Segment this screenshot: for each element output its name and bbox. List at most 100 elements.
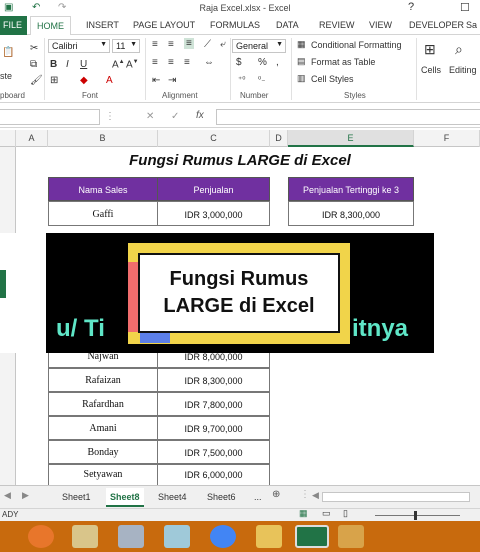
wrap-text-icon[interactable]: ⤶ [220, 39, 226, 50]
comma-style-icon[interactable]: , [276, 57, 279, 68]
cell-name[interactable]: Bonday [48, 440, 158, 464]
enter-icon[interactable]: ✓ [171, 111, 179, 122]
undo-icon[interactable]: ↶ [32, 2, 40, 13]
italic-icon[interactable]: I [66, 59, 69, 70]
app-icon[interactable] [338, 525, 364, 548]
cell-result[interactable]: IDR 8,300,000 [288, 201, 414, 226]
header-penjualan[interactable]: Penjualan [157, 177, 270, 201]
cell-sales[interactable]: IDR 9,700,000 [157, 416, 270, 440]
file-explorer-icon[interactable] [256, 525, 282, 548]
underline-icon[interactable]: U [80, 59, 87, 70]
cells-button[interactable]: Cells [421, 65, 441, 75]
restore-button[interactable]: ☐ [460, 1, 470, 14]
tab-view[interactable]: VIEW [369, 20, 392, 30]
align-left-icon[interactable]: ≡ [152, 57, 158, 68]
decrease-font-icon[interactable]: A▼ [126, 59, 139, 70]
cell-name[interactable]: Rafaizan [48, 368, 158, 392]
paste-label[interactable]: ste [0, 71, 12, 81]
page-layout-icon[interactable]: ▭ [322, 508, 331, 519]
cell-sales[interactable]: IDR 7,500,000 [157, 440, 270, 464]
tab-data[interactable]: DATA [276, 20, 299, 30]
tab-sa[interactable]: Sa [466, 20, 477, 30]
app-icon[interactable] [72, 525, 98, 548]
column-header-d[interactable]: D [270, 130, 288, 147]
binoculars-icon[interactable]: ⌕ [455, 41, 463, 58]
column-header-f[interactable]: F [414, 130, 480, 147]
number-format-select[interactable]: General ▼ [232, 39, 286, 53]
conditional-formatting-button[interactable]: Conditional Formatting [311, 40, 402, 50]
align-middle-icon[interactable]: ≡ [168, 39, 174, 50]
currency-icon[interactable]: $ [236, 57, 242, 68]
editing-button[interactable]: Editing [449, 65, 477, 75]
tab-formulas[interactable]: FORMULAS [210, 20, 260, 30]
cell-sales[interactable]: IDR 8,300,000 [157, 368, 270, 392]
hscroll-left-icon[interactable]: ◀ [312, 490, 319, 501]
header-penjualan-tertinggi[interactable]: Penjualan Tertinggi ke 3 [288, 177, 414, 201]
sheet-tab-sheet1[interactable]: Sheet1 [62, 488, 91, 507]
paste-icon[interactable]: 📋 [2, 47, 14, 58]
cell-styles-icon[interactable]: ▥ [297, 73, 306, 84]
cell-name[interactable]: Amani [48, 416, 158, 440]
align-right-icon[interactable]: ≡ [184, 57, 190, 68]
cell-sales[interactable]: IDR 6,000,000 [157, 464, 270, 485]
firefox-icon[interactable] [28, 525, 54, 548]
tab-review[interactable]: REVIEW [319, 20, 355, 30]
tab-developer[interactable]: DEVELOPER [409, 20, 464, 30]
sheet-tab-more[interactable]: ... [254, 488, 262, 507]
format-as-table-button[interactable]: Format as Table [311, 57, 375, 67]
start-button[interactable] [0, 525, 22, 548]
sheet-tab-sheet8[interactable]: Sheet8 [106, 488, 144, 507]
format-as-table-icon[interactable]: ▤ [297, 56, 306, 67]
cut-icon[interactable]: ✂ [30, 43, 38, 54]
save-icon[interactable]: ▣ [4, 2, 13, 13]
sheet-tab-sheet6[interactable]: Sheet6 [207, 488, 236, 507]
percent-icon[interactable]: % [258, 57, 267, 68]
fill-color-icon[interactable]: ◆ [80, 75, 88, 86]
column-header-e[interactable]: E [288, 130, 414, 147]
column-header-c[interactable]: C [158, 130, 270, 147]
scroll-right-icon[interactable]: ▶ [22, 490, 29, 501]
tab-home[interactable]: HOME [30, 16, 71, 36]
borders-icon[interactable]: ⊞ [50, 75, 58, 86]
select-all-corner[interactable] [0, 130, 16, 147]
decrease-indent-icon[interactable]: ⇤ [152, 75, 160, 86]
merge-center-icon[interactable]: ⇔ [204, 57, 214, 68]
decrease-decimal-icon[interactable]: ⁰₋ [258, 75, 265, 84]
cells-icon[interactable]: ⊞ [424, 41, 436, 58]
cell-sales[interactable]: IDR 3,000,000 [157, 201, 270, 226]
formula-input[interactable] [216, 109, 480, 125]
copy-icon[interactable]: ⧉ [30, 59, 37, 70]
font-size-select[interactable]: 11 ▼ [112, 39, 140, 53]
app-icon[interactable] [164, 525, 190, 548]
format-painter-icon[interactable]: 🖌 [30, 75, 43, 86]
cell-name[interactable]: Gaffi [48, 201, 158, 226]
sheet-tab-sheet4[interactable]: Sheet4 [158, 488, 187, 507]
zoom-slider-thumb[interactable] [414, 511, 417, 520]
align-bottom-icon[interactable]: ≡ [184, 38, 194, 49]
increase-font-icon[interactable]: A▲ [112, 59, 125, 70]
redo-icon[interactable]: ↷ [58, 2, 66, 13]
zoom-slider[interactable] [375, 515, 460, 516]
tab-page-layout[interactable]: PAGE LAYOUT [133, 20, 195, 30]
chrome-icon[interactable] [210, 525, 236, 548]
column-header-b[interactable]: B [48, 130, 158, 147]
cell-sales[interactable]: IDR 7,800,000 [157, 392, 270, 416]
header-nama-sales[interactable]: Nama Sales [48, 177, 158, 201]
tab-insert[interactable]: INSERT [86, 20, 119, 30]
increase-decimal-icon[interactable]: ⁺⁰ [238, 75, 245, 84]
cancel-icon[interactable]: ✕ [146, 111, 154, 122]
page-break-icon[interactable]: ▯ [343, 508, 348, 519]
increase-indent-icon[interactable]: ⇥ [168, 75, 176, 86]
cell-styles-button[interactable]: Cell Styles [311, 74, 354, 84]
help-button[interactable]: ? [408, 1, 414, 13]
conditional-formatting-icon[interactable]: ▦ [297, 39, 306, 50]
align-center-icon[interactable]: ≡ [168, 57, 174, 68]
font-color-icon[interactable]: A [106, 75, 113, 86]
scroll-left-icon[interactable]: ◀ [4, 490, 11, 501]
name-box[interactable] [0, 109, 100, 125]
add-sheet-icon[interactable]: ⊕ [272, 489, 280, 500]
font-name-select[interactable]: Calibri ▼ [48, 39, 110, 53]
normal-view-icon[interactable]: ▦ [299, 508, 308, 519]
photos-icon[interactable] [118, 525, 144, 548]
horizontal-scrollbar[interactable] [322, 492, 470, 502]
